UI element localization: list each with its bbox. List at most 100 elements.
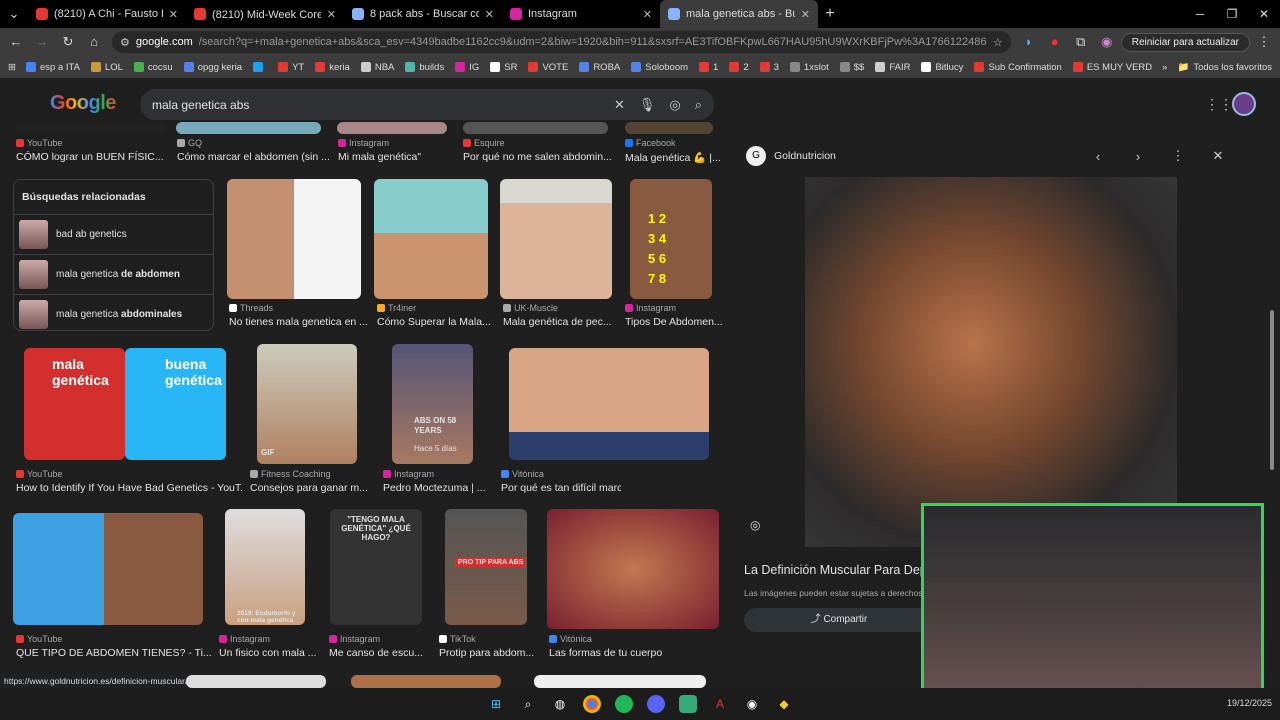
bookmark-item[interactable]: VOTE: [528, 62, 568, 73]
more-icon[interactable]: ⋮: [1162, 148, 1194, 164]
bookmark-item[interactable]: ES MUY VERDAD PE...: [1072, 62, 1152, 73]
apps-grid-icon[interactable]: ⊞: [8, 62, 16, 73]
related-search-item[interactable]: mala genetica de abdomen: [14, 254, 213, 294]
result-caption[interactable]: QUE TIPO DE ABDOMEN TIENES? - Ti...: [16, 647, 211, 659]
result-image[interactable]: 1 23 45 67 8: [630, 179, 712, 299]
extension-icon[interactable]: ◗: [1017, 30, 1041, 54]
result-image[interactable]: "TENGO MALA GENÉTICA" ¿QUÉ HAGO?: [330, 509, 422, 625]
result-caption[interactable]: Por qué no me salen abdomin...: [463, 151, 612, 163]
lens-search-icon[interactable]: ◎: [750, 518, 760, 532]
result-image[interactable]: ABS ON 58 YEARS Hace 5 días: [392, 344, 473, 464]
bookmark-item[interactable]: 1: [699, 62, 718, 73]
result-source[interactable]: Instagram: [625, 303, 676, 313]
scrollbar-thumb[interactable]: [1270, 310, 1274, 470]
result-image[interactable]: [351, 675, 501, 688]
search-taskbar-icon[interactable]: ⌕: [519, 695, 537, 713]
result-source[interactable]: Tr4iner: [377, 303, 416, 313]
tab-search-icon[interactable]: ⌄: [0, 2, 28, 26]
result-image[interactable]: [13, 513, 203, 625]
next-icon[interactable]: ›: [1122, 149, 1154, 164]
result-caption[interactable]: Mala genética de pec...: [503, 316, 612, 328]
bookmark-item[interactable]: Bitlucy: [921, 62, 963, 73]
result-image[interactable]: 2019: Endomorfo y con mala genética: [225, 509, 305, 625]
result-caption[interactable]: Cómo marcar el abdomen (sin ...: [177, 151, 330, 163]
tab-close-icon[interactable]: ✕: [643, 8, 652, 21]
bookmarks-overflow-icon[interactable]: »: [1162, 62, 1167, 73]
result-image[interactable]: [374, 179, 488, 299]
result-source[interactable]: YouTube: [16, 634, 62, 644]
forward-icon[interactable]: →: [30, 30, 54, 54]
result-caption[interactable]: Me canso de escu...: [329, 647, 423, 659]
browser-tab[interactable]: Instagram ✕: [502, 0, 660, 28]
browser-tab[interactable]: (8210) Mid-Week Core 🔥 Let's ✕: [186, 0, 344, 28]
result-image[interactable]: [176, 122, 321, 134]
menu-dots-icon[interactable]: ⋮: [1252, 30, 1276, 54]
all-bookmarks[interactable]: 📁 Todos los favoritos: [1177, 62, 1272, 73]
result-image[interactable]: buena genética: [125, 348, 226, 460]
source-name[interactable]: Goldnutricion: [774, 150, 1074, 162]
reload-icon[interactable]: ↻: [56, 30, 80, 54]
app2-icon[interactable]: ◉: [743, 695, 761, 713]
home-icon[interactable]: ⌂: [82, 30, 106, 54]
result-source[interactable]: Vitónica: [549, 634, 592, 644]
relaunch-button[interactable]: Reiniciar para actualizar: [1120, 32, 1250, 52]
close-panel-icon[interactable]: ✕: [1202, 148, 1234, 164]
result-image[interactable]: [547, 509, 719, 629]
related-search-item[interactable]: mala genetica abdominales: [14, 294, 213, 334]
result-caption[interactable]: Las formas de tu cuerpo: [549, 647, 662, 659]
close-window-icon[interactable]: ✕: [1248, 0, 1280, 28]
result-image[interactable]: [625, 122, 713, 134]
result-source[interactable]: YouTube: [16, 469, 62, 479]
result-source[interactable]: Instagram: [383, 469, 434, 479]
result-caption[interactable]: Tipos De Abdomen...: [625, 316, 723, 328]
result-caption[interactable]: CÓMO lograr un BUEN FÍSIC...: [16, 151, 164, 163]
extension-red-icon[interactable]: ●: [1043, 30, 1067, 54]
result-caption[interactable]: Un fisico con mala ...: [219, 647, 316, 659]
result-caption[interactable]: Consejos para ganar m...: [250, 482, 368, 494]
address-bar[interactable]: ⚙ google.com/search?q=+mala+genetica+abs…: [112, 31, 1011, 53]
result-source[interactable]: TikTok: [439, 634, 476, 644]
search-input[interactable]: mala genetica abs: [152, 98, 600, 112]
bookmark-item[interactable]: [253, 62, 267, 73]
bookmark-item[interactable]: builds: [405, 62, 444, 73]
bookmark-item[interactable]: IG: [455, 62, 479, 73]
bookmark-item[interactable]: 2: [729, 62, 749, 73]
restore-icon[interactable]: ❐: [1216, 0, 1248, 28]
discord-icon[interactable]: [647, 695, 665, 713]
tab-close-icon[interactable]: ✕: [169, 8, 178, 21]
result-image[interactable]: [463, 122, 608, 134]
bookmark-star-icon[interactable]: ☆: [993, 36, 1003, 49]
clear-icon[interactable]: ✕: [614, 97, 625, 113]
related-search-item[interactable]: bad ab genetics: [14, 214, 213, 254]
result-image[interactable]: mala genética: [24, 348, 125, 460]
result-image[interactable]: [227, 179, 361, 299]
spotify-icon[interactable]: [615, 695, 633, 713]
bookmark-item[interactable]: keria: [315, 62, 350, 73]
tab-close-icon[interactable]: ✕: [327, 8, 336, 21]
new-tab-button[interactable]: +: [818, 5, 842, 23]
result-caption[interactable]: Por qué es tan difícil marcar los abdomi…: [501, 482, 621, 494]
result-image[interactable]: [500, 179, 612, 299]
result-caption[interactable]: Mala genética 💪 |...: [625, 151, 721, 164]
profile-icon[interactable]: ◉: [1095, 30, 1119, 54]
result-source[interactable]: Threads: [229, 303, 273, 313]
chrome-icon[interactable]: [583, 695, 601, 713]
bookmark-item[interactable]: YT: [278, 62, 304, 73]
bookmark-item[interactable]: 3: [759, 62, 779, 73]
bookmark-item[interactable]: Sub Confirmation: [974, 62, 1062, 73]
google-logo[interactable]: Google: [50, 92, 116, 115]
bookmark-item[interactable]: esp a ITA: [25, 62, 80, 73]
result-image[interactable]: [15, 122, 165, 134]
bookmark-item[interactable]: cocsu: [133, 62, 173, 73]
app3-icon[interactable]: ◆: [775, 695, 793, 713]
result-source[interactable]: GQ: [177, 138, 202, 148]
bookmark-item[interactable]: Soloboom: [631, 62, 688, 73]
result-source[interactable]: Vitónica: [501, 469, 544, 479]
tab-close-icon[interactable]: ✕: [485, 8, 494, 21]
result-source[interactable]: Facebook: [625, 138, 676, 148]
result-image[interactable]: [534, 675, 706, 688]
result-image[interactable]: [186, 675, 326, 688]
result-source[interactable]: Esquire: [463, 138, 505, 148]
extensions-puzzle-icon[interactable]: ⧉: [1069, 30, 1093, 54]
result-image[interactable]: PRO TIP PARA ABS: [445, 509, 527, 625]
